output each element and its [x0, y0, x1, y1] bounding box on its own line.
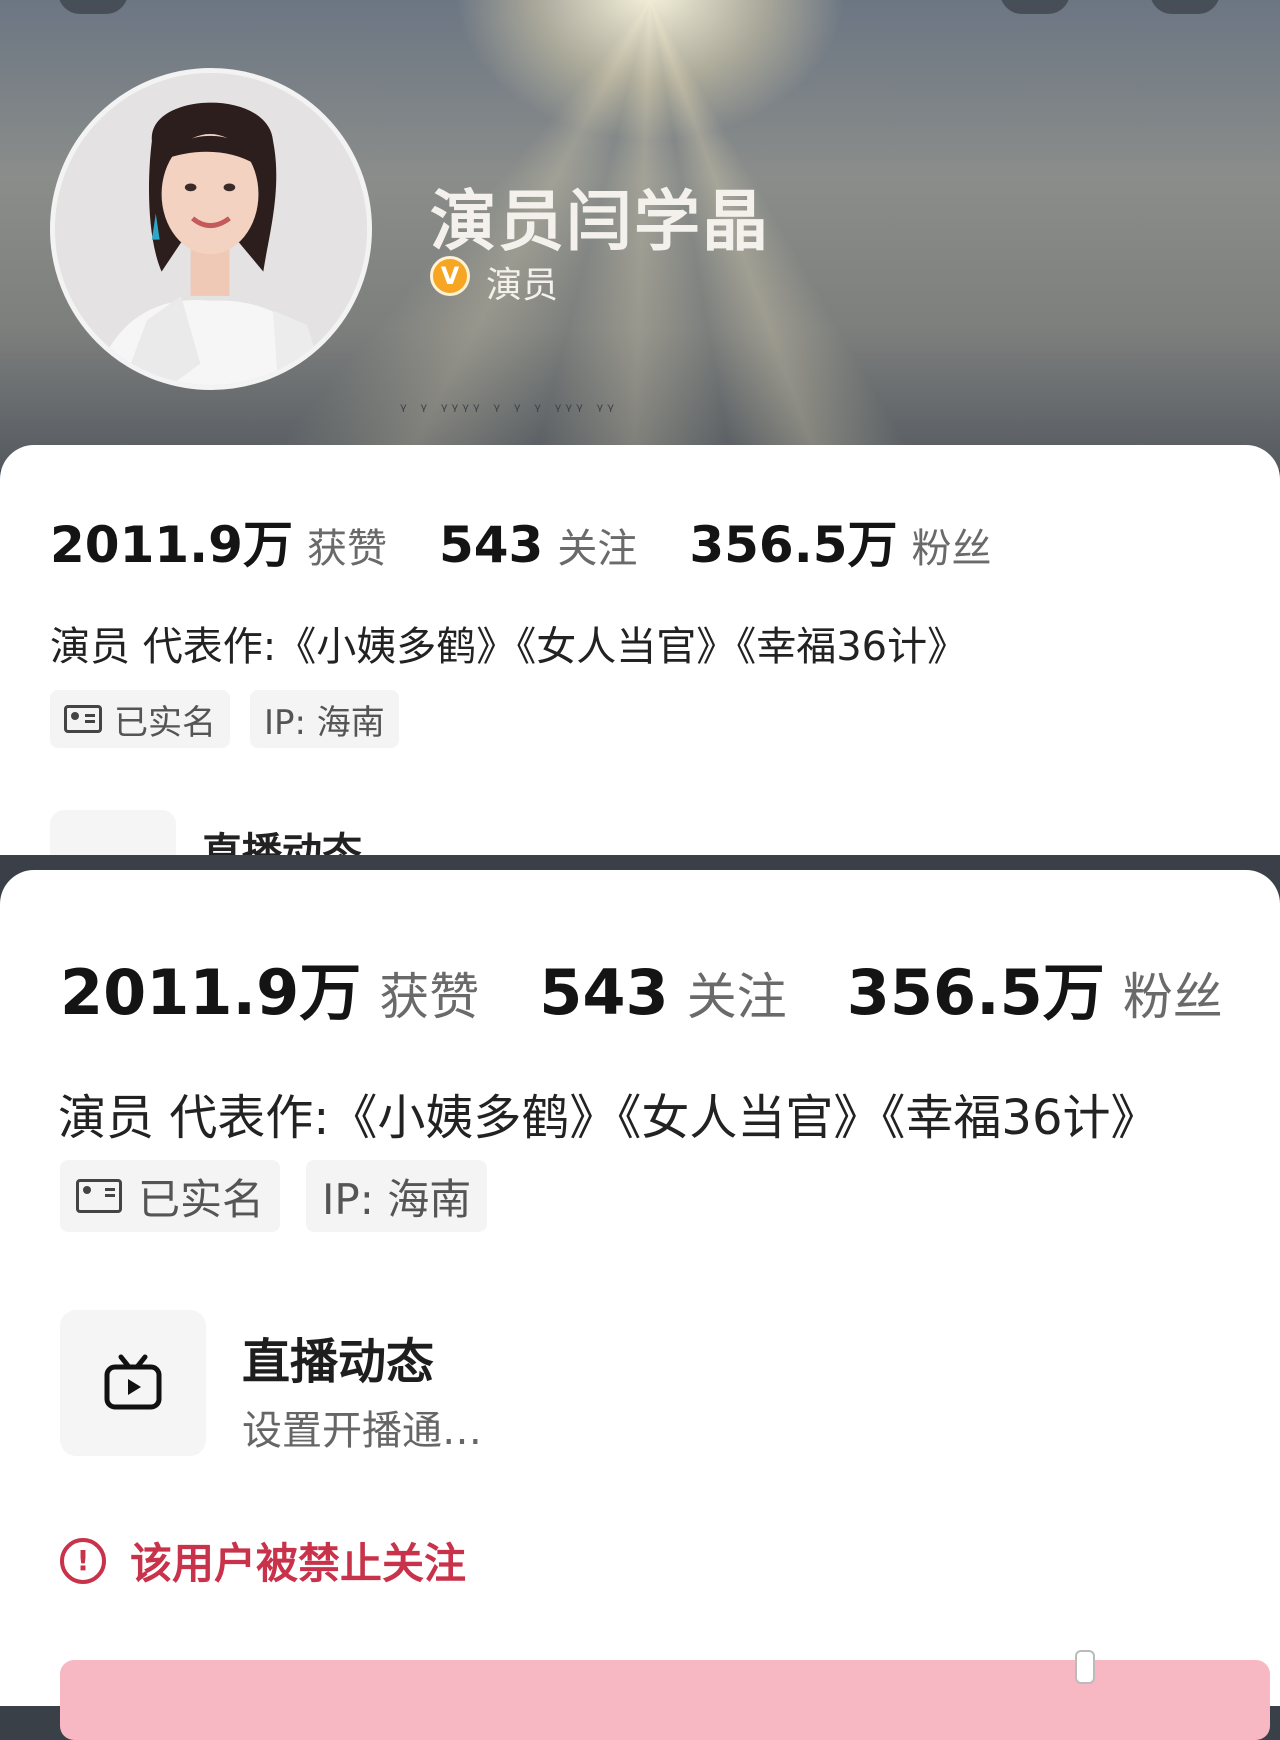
- verified-role: 演员: [486, 265, 559, 306]
- scroll-handle[interactable]: [1075, 1650, 1095, 1684]
- avatar[interactable]: [50, 68, 372, 390]
- ip-label: IP: 海南: [264, 702, 385, 743]
- ip-label: IP: 海南: [322, 1174, 472, 1224]
- real-name-label: 已实名: [138, 1174, 265, 1224]
- live-title: 直播动态: [242, 1334, 435, 1390]
- search-button[interactable]: [1000, 0, 1070, 14]
- verified-v-icon: V: [430, 256, 470, 296]
- likes-label: 获赞: [306, 526, 387, 572]
- likes-count[interactable]: 2011.9万: [50, 505, 293, 577]
- likes-count[interactable]: 2011.9万: [60, 942, 361, 1032]
- stats-row: 2011.9万 获赞 543 关注 356.5万 粉丝: [50, 505, 1043, 577]
- follow-ban-warning: ! 该用户被禁止关注: [60, 1530, 466, 1591]
- following-label: 关注: [686, 968, 787, 1026]
- followers-count[interactable]: 356.5万: [689, 505, 897, 577]
- following-count[interactable]: 543: [539, 956, 668, 1029]
- real-name-tag[interactable]: 已实名: [60, 1160, 281, 1232]
- exclamation-circle-icon: !: [60, 1537, 106, 1584]
- live-title-partial: 直播动态: [202, 830, 362, 855]
- real-name-tag[interactable]: 已实名: [50, 690, 230, 748]
- following-count[interactable]: 543: [439, 516, 543, 574]
- id-card-icon: [64, 705, 102, 733]
- followers-label: 粉丝: [1122, 968, 1223, 1026]
- followers-count[interactable]: 356.5万: [847, 942, 1105, 1032]
- tag-row: 已实名 IP: 海南: [50, 690, 399, 748]
- ip-tag: IP: 海南: [306, 1160, 488, 1232]
- profile-screenshot-top: ᵞ ᵞ ᵞᵞᵞᵞ ᵞ ᵞ ᵞ ᵞᵞᵞ ᵞᵞ 演员闫学晶 V 演员 2011.9万…: [0, 0, 1280, 855]
- tv-play-icon: [104, 1354, 162, 1410]
- bio-text-zoomed: 演员 代表作:《小姨多鹤》《女人当官》《幸福36计》: [58, 1090, 1159, 1146]
- live-entry-button[interactable]: [60, 1310, 206, 1456]
- bio-text: 演员 代表作:《小姨多鹤》《女人当官》《幸福36计》: [50, 624, 968, 670]
- followers-label: 粉丝: [911, 526, 992, 572]
- profile-name: 演员闫学晶: [430, 183, 770, 260]
- live-subtitle: 设置开播通…: [242, 1408, 482, 1454]
- banner-birds-decoration: ᵞ ᵞ ᵞᵞᵞᵞ ᵞ ᵞ ᵞ ᵞᵞᵞ ᵞᵞ: [400, 400, 618, 421]
- ip-tag: IP: 海南: [250, 690, 399, 748]
- likes-label: 获赞: [379, 968, 480, 1026]
- following-label: 关注: [557, 526, 638, 572]
- tag-row-zoomed: 已实名 IP: 海南: [60, 1160, 488, 1232]
- id-card-icon: [76, 1179, 122, 1213]
- back-button[interactable]: [58, 0, 128, 14]
- real-name-label: 已实名: [114, 702, 216, 743]
- warning-text: 该用户被禁止关注: [130, 1539, 467, 1588]
- more-button[interactable]: [1150, 0, 1220, 14]
- stats-row-zoomed: 2011.9万 获赞 543 关注 356.5万 粉丝: [60, 942, 1280, 1032]
- live-icon-box-partial[interactable]: [50, 810, 176, 855]
- avatar-portrait: [55, 73, 367, 385]
